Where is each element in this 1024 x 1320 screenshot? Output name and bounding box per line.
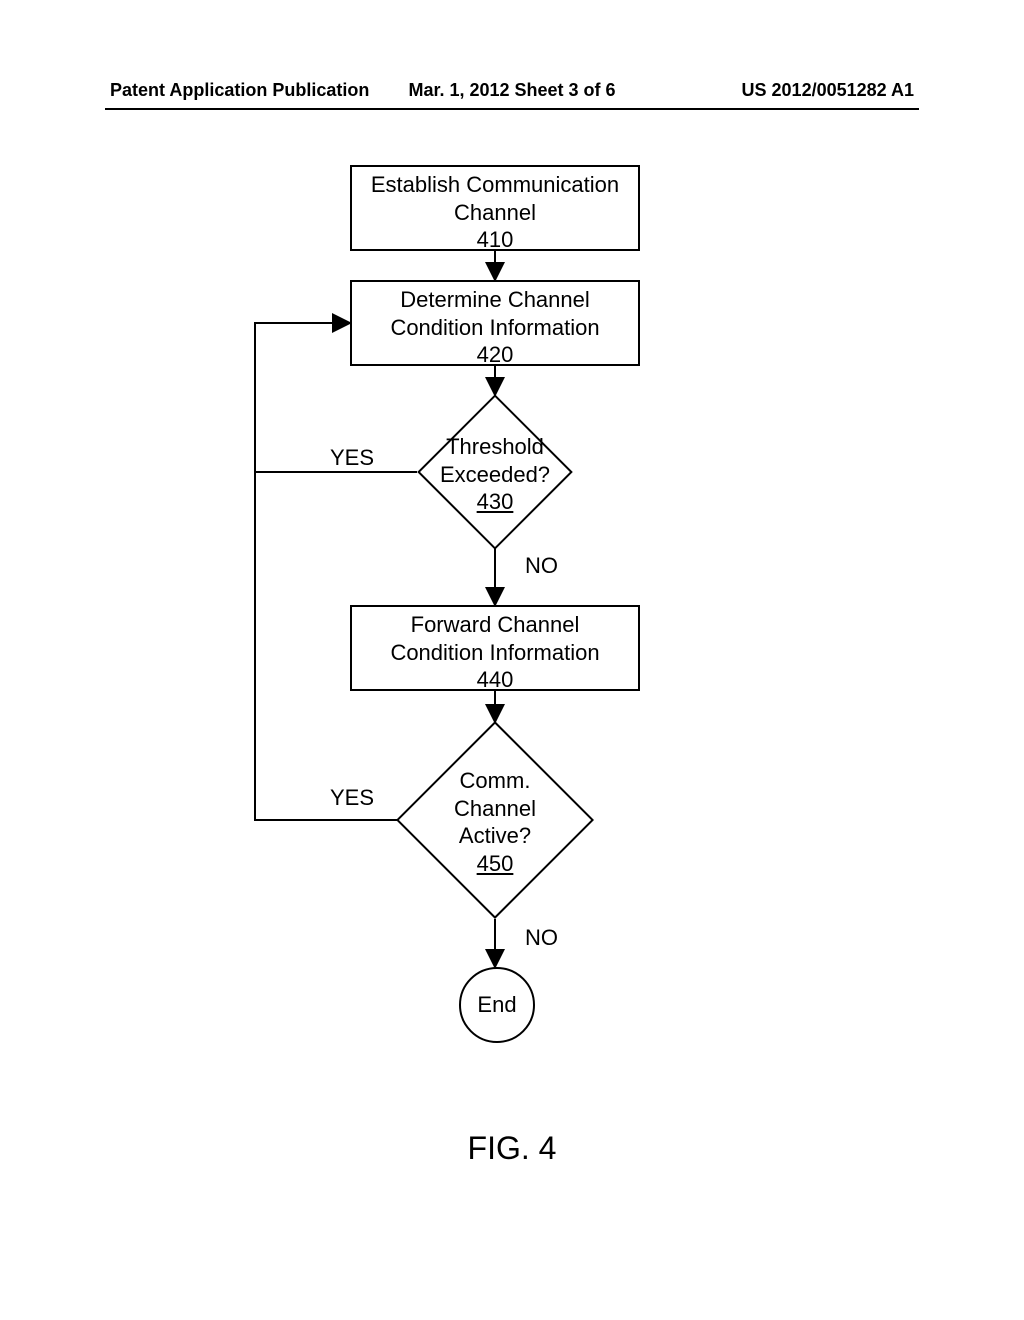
- step-440-line1: Forward Channel: [352, 611, 638, 639]
- end-label: End: [477, 992, 516, 1018]
- step-420-line1: Determine Channel: [352, 286, 638, 314]
- step-410-line1: Establish Communication: [352, 171, 638, 199]
- header-right: US 2012/0051282 A1: [742, 80, 914, 101]
- header-left: Patent Application Publication: [110, 80, 369, 101]
- decision-450-diamond: [396, 721, 594, 919]
- step-440-box: Forward Channel Condition Information 44…: [350, 605, 640, 691]
- step-420-num: 420: [352, 341, 638, 369]
- decision-430-diamond: [417, 394, 573, 550]
- figure-label: FIG. 4: [468, 1130, 557, 1167]
- step-410-box: Establish Communication Channel 410: [350, 165, 640, 251]
- header-center: Mar. 1, 2012 Sheet 3 of 6: [408, 80, 615, 101]
- step-440-line2: Condition Information: [352, 639, 638, 667]
- label-yes-430: YES: [330, 445, 374, 471]
- label-no-450: NO: [525, 925, 558, 951]
- step-410-num: 410: [352, 226, 638, 254]
- step-420-line2: Condition Information: [352, 314, 638, 342]
- flowchart-canvas: Establish Communication Channel 410 Dete…: [0, 155, 1024, 1155]
- header-divider: [105, 108, 919, 110]
- end-terminal: End: [459, 967, 535, 1043]
- label-no-430: NO: [525, 553, 558, 579]
- step-440-num: 440: [352, 666, 638, 694]
- label-yes-450: YES: [330, 785, 374, 811]
- step-420-box: Determine Channel Condition Information …: [350, 280, 640, 366]
- step-410-line2: Channel: [352, 199, 638, 227]
